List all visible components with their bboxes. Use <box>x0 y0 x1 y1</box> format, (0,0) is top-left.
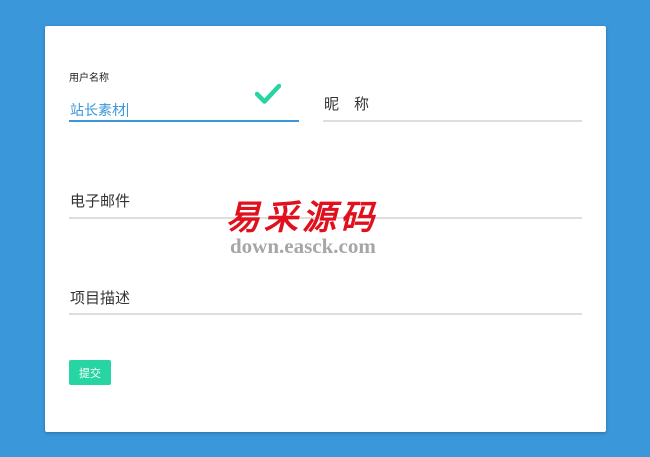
description-placeholder: 项目描述 <box>70 289 131 307</box>
username-input[interactable]: 站长素材 <box>70 100 128 120</box>
username-underline <box>69 120 299 122</box>
check-icon <box>255 83 281 104</box>
email-placeholder: 电子邮件 <box>70 192 131 210</box>
nickname-placeholder: 昵 称 <box>324 95 370 113</box>
text-caret <box>127 103 128 117</box>
description-field[interactable]: 项目描述 <box>69 281 582 315</box>
username-value: 站长素材 <box>70 103 126 119</box>
submit-button[interactable]: 提交 <box>69 360 111 385</box>
nickname-underline <box>323 120 582 122</box>
nickname-field[interactable]: 昵 称 <box>323 88 582 122</box>
watermark-title: 易采源码 <box>226 198 378 238</box>
username-label: 用户名称 <box>69 73 109 84</box>
watermark-url: down.easck.com <box>230 234 376 258</box>
description-underline <box>69 313 582 315</box>
username-field[interactable]: 用户名称 站长素材 <box>69 69 299 122</box>
